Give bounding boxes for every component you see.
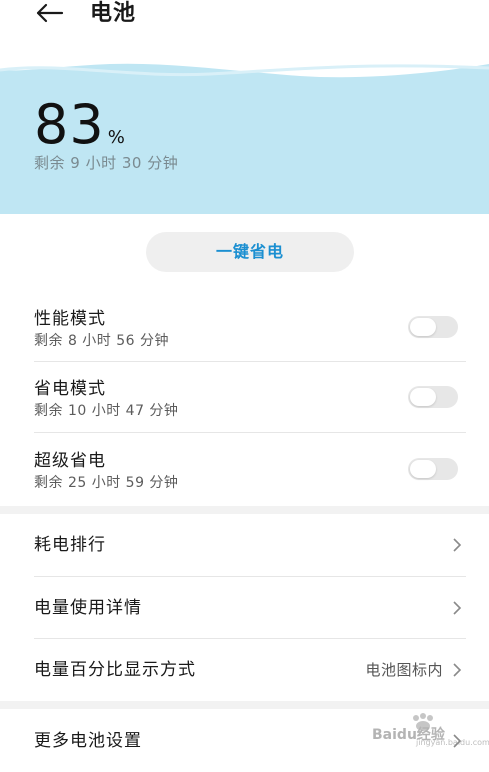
page-title: 电池	[90, 1, 137, 26]
battery-percentage: 83%	[34, 95, 125, 155]
mode-row-power-saving[interactable]: 省电模式 剩余 10 小时 47 分钟	[0, 362, 489, 432]
divider	[34, 432, 466, 433]
section-separator	[0, 506, 489, 514]
power-usage-details-row[interactable]: 电量使用详情	[0, 577, 489, 639]
nav-label: 更多电池设置	[34, 731, 142, 751]
mode-title: 省电模式	[34, 379, 106, 399]
chevron-right-icon	[453, 601, 462, 615]
mode-row-performance[interactable]: 性能模式 剩余 8 小时 56 分钟	[0, 292, 489, 362]
percentage-display-row[interactable]: 电量百分比显示方式 电池图标内	[0, 639, 489, 701]
nav-label: 电量百分比显示方式	[34, 660, 196, 680]
mode-remaining: 剩余 8 小时 56 分钟	[34, 333, 170, 349]
header: 电池	[0, 0, 489, 48]
ultra-power-saving-toggle[interactable]	[408, 458, 458, 480]
nav-label: 电量使用详情	[34, 598, 142, 618]
battery-remaining-time: 剩余 9 小时 30 分钟	[34, 154, 179, 172]
battery-percent-value: 83	[34, 93, 105, 156]
battery-hero: 83% 剩余 9 小时 30 分钟	[0, 60, 489, 214]
one-tap-save-button[interactable]: 一键省电	[146, 232, 354, 272]
section-separator	[0, 701, 489, 709]
watermark-url: jingyan.baidu.com	[416, 738, 489, 747]
toggle-knob	[410, 388, 436, 406]
mode-remaining: 剩余 25 小时 59 分钟	[34, 475, 179, 491]
chevron-right-icon	[453, 538, 462, 552]
chevron-right-icon	[453, 663, 462, 677]
percentage-display-value: 电池图标内	[365, 661, 443, 679]
power-saving-mode-toggle[interactable]	[408, 386, 458, 408]
mode-title: 超级省电	[34, 451, 106, 471]
toggle-knob	[410, 318, 436, 336]
power-consumption-ranking-row[interactable]: 耗电排行	[0, 514, 489, 576]
battery-percent-unit: %	[107, 127, 125, 148]
mode-title: 性能模式	[34, 309, 106, 329]
mode-row-ultra-saving[interactable]: 超级省电 剩余 25 小时 59 分钟	[0, 434, 489, 504]
performance-mode-toggle[interactable]	[408, 316, 458, 338]
mode-remaining: 剩余 10 小时 47 分钟	[34, 403, 179, 419]
wave-decoration	[0, 60, 489, 78]
toggle-knob	[410, 460, 436, 478]
back-arrow-icon[interactable]	[34, 2, 64, 24]
baidu-watermark: Baidu经验 jingyan.baidu.com	[372, 712, 489, 748]
nav-label: 耗电排行	[34, 535, 106, 555]
